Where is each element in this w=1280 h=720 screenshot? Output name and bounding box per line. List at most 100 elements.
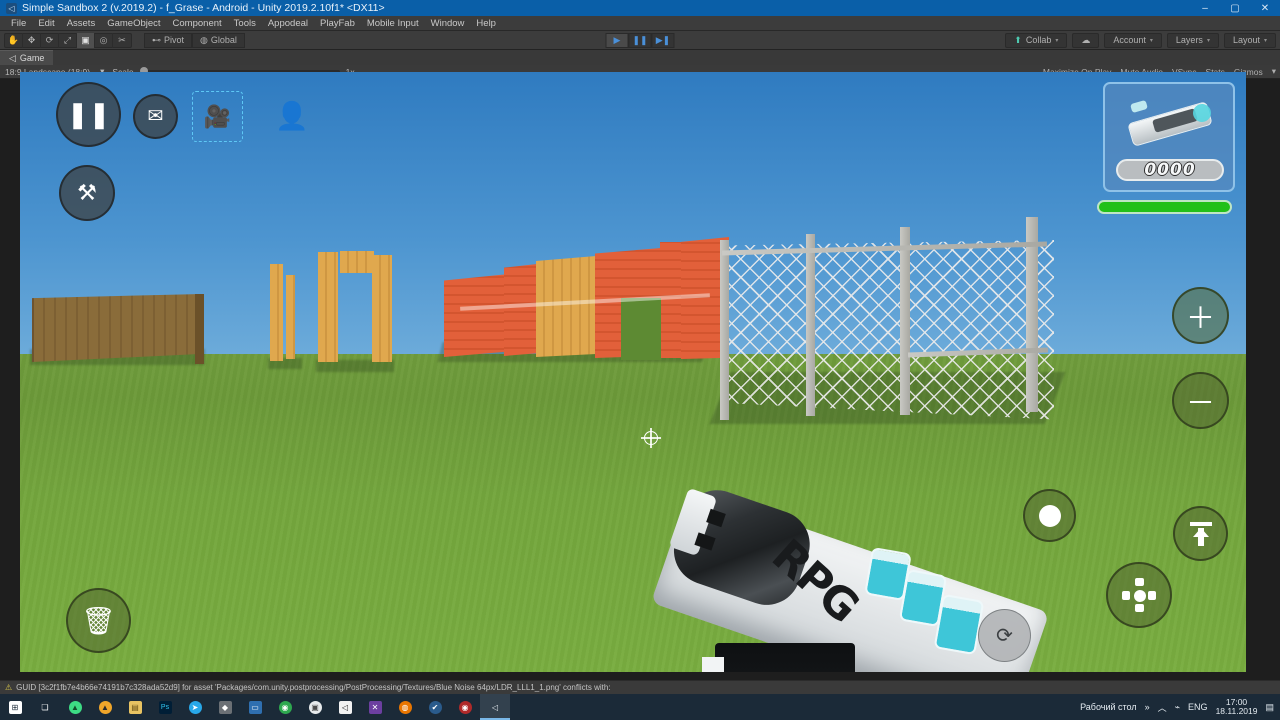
unity-editor-button[interactable]: ◁ (480, 694, 510, 720)
zoom-out-button[interactable]: － (1172, 372, 1229, 429)
task-view-icon: ❏ (41, 702, 49, 712)
chevron-down-icon: ▾ (1271, 66, 1276, 76)
rotate-object-button[interactable]: ⟳ (978, 609, 1031, 662)
chrome-button[interactable]: ◉ (270, 694, 300, 720)
jump-button[interactable] (1173, 506, 1228, 561)
network-icon[interactable]: ⌁ (1175, 702, 1180, 713)
task-view-button[interactable]: ❏ (30, 694, 60, 720)
app-amber-button[interactable]: ▲ (90, 694, 120, 720)
chevron-up-icon[interactable]: ︿ (1158, 701, 1167, 714)
vscode-button[interactable]: ✕ (360, 694, 390, 720)
unity-button[interactable]: ◁ (330, 694, 360, 720)
triangle-warning-icon: ▲ (98, 700, 112, 714)
recorder-button[interactable]: ◉ (450, 694, 480, 720)
health-bar (1097, 200, 1232, 214)
arrow-up-bar-icon (1189, 521, 1212, 546)
plank-tan-lintel (340, 251, 374, 273)
menu-item-component[interactable]: Component (167, 16, 228, 31)
minimize-button[interactable]: – (1190, 0, 1220, 16)
globe-icon: ◍ (200, 34, 208, 45)
menu-item-help[interactable]: Help (470, 16, 502, 31)
menu-item-file[interactable]: File (5, 16, 32, 31)
pivot-icon: ⊷ (152, 34, 161, 45)
close-button[interactable]: ✕ (1250, 0, 1280, 16)
camera-button[interactable]: 🎥 (197, 96, 238, 137)
pause-button[interactable]: ❚❚ (628, 32, 652, 48)
tab-game[interactable]: ◁ Game (0, 50, 54, 65)
fire-button[interactable] (1023, 489, 1076, 542)
desktop-label[interactable]: Рабочий стол (1080, 702, 1137, 712)
envelope-icon: ✉ (147, 106, 164, 127)
language-indicator[interactable]: ENG (1188, 702, 1208, 712)
collab-button[interactable]: ⬆ Collab ▾ (1005, 32, 1068, 48)
blender-button[interactable]: ◍ (390, 694, 420, 720)
wall-doorway-gap (621, 298, 661, 360)
tools-icon: ⚒ (77, 180, 97, 205)
scale-tool-icon[interactable]: ⤢ (59, 32, 77, 48)
chrome-icon: ◉ (278, 700, 292, 714)
menu-bar: File Edit Assets GameObject Component To… (0, 16, 1280, 31)
menu-item-assets[interactable]: Assets (61, 16, 102, 31)
game-render-surface[interactable]: RPG ❚❚ ✉ 🎥 👤 ⚒ 🗑 0000 ＋ － ⟳ (20, 72, 1246, 672)
status-message: GUID [3c2f1fb7e4b66e74191b7c328ada52d9] … (16, 683, 611, 692)
pivot-toggle[interactable]: ⊷ Pivot (144, 32, 193, 48)
weapon-slot[interactable]: 0000 (1103, 82, 1235, 192)
windows-icon: ⊞ (8, 700, 22, 714)
zoom-in-button[interactable]: ＋ (1172, 287, 1229, 344)
pause-button-hud[interactable]: ❚❚ (56, 82, 121, 147)
android-studio-button[interactable]: ▲ (60, 694, 90, 720)
tools-button[interactable]: ⚒ (59, 165, 115, 221)
layers-button[interactable]: Layers ▾ (1166, 32, 1219, 48)
clock-date: 18.11.2019 (1215, 706, 1258, 716)
menu-item-edit[interactable]: Edit (32, 16, 60, 31)
file-explorer-button[interactable]: ▤ (120, 694, 150, 720)
white-app-button[interactable]: ▣ (300, 694, 330, 720)
dpad-icon (1122, 578, 1156, 612)
rotate-tool-icon[interactable]: ⟳ (41, 32, 59, 48)
windows-taskbar: ⊞ ❏ ▲ ▲ ▤ Ps ➤ ◆ ▭ ◉ ▣ ◁ ✕ ◍ ✔ ◉ ◁ Рабоч… (0, 694, 1280, 720)
pivot-label: Pivot (164, 35, 185, 45)
window-title-bar: ◁ Simple Sandbox 2 (v.2019.2) - f_Grase … (0, 0, 1280, 16)
move-tool-icon[interactable]: ✥ (23, 32, 41, 48)
status-bar[interactable]: ⚠ GUID [3c2f1fb7e4b66e74191b7c328ada52d9… (0, 680, 1280, 694)
tab-game-label: Game (19, 53, 45, 63)
clock[interactable]: 17:00 18.11.2019 (1216, 698, 1258, 716)
menu-item-window[interactable]: Window (425, 16, 471, 31)
vscode-icon: ✕ (368, 700, 382, 714)
cloud-button[interactable]: ☁ (1072, 32, 1100, 48)
menu-item-gameobject[interactable]: GameObject (101, 16, 166, 31)
menu-item-tools[interactable]: Tools (228, 16, 262, 31)
custom-tool-icon[interactable]: ✂ (113, 33, 131, 48)
fence-post-1 (720, 240, 729, 420)
maximize-button[interactable]: ▢ (1220, 0, 1250, 16)
dpad-button[interactable] (1106, 562, 1172, 628)
overflow-button[interactable]: » (1145, 702, 1150, 712)
play-button[interactable]: ▶ (605, 32, 629, 48)
global-toggle[interactable]: ◍ Global (192, 32, 245, 48)
account-button[interactable]: Account ▾ (1104, 32, 1162, 48)
app-grey-button[interactable]: ◆ (210, 694, 240, 720)
step-button[interactable]: ▶❚ (651, 32, 675, 48)
delete-button[interactable]: 🗑 (66, 588, 131, 653)
plank-tan-4 (372, 255, 392, 362)
notification-icon[interactable]: ▤ (1265, 702, 1274, 713)
plank-tan-1 (270, 264, 283, 361)
steam-button[interactable]: ✔ (420, 694, 450, 720)
menu-item-playfab[interactable]: PlayFab (314, 16, 361, 31)
layout-button[interactable]: Layout ▾ (1223, 32, 1276, 48)
hand-tool-icon[interactable]: ✋ (5, 32, 23, 48)
transform-tool-icon[interactable]: ◎ (95, 32, 113, 48)
collab-label: Collab (1025, 35, 1052, 45)
photoshop-button[interactable]: Ps (150, 694, 180, 720)
telegram-button[interactable]: ➤ (180, 694, 210, 720)
menu-item-mobile-input[interactable]: Mobile Input (361, 16, 425, 31)
rect-tool-icon[interactable]: ▣ (77, 32, 95, 48)
mail-button[interactable]: ✉ (133, 94, 178, 139)
menu-item-appodeal[interactable]: Appodeal (262, 16, 314, 31)
wall-panel-red-1 (444, 274, 504, 357)
spawn-button[interactable]: 👤 (268, 92, 316, 140)
fence-brown-left (32, 294, 202, 362)
start-button[interactable]: ⊞ (0, 694, 30, 720)
global-label: Global (210, 35, 237, 45)
laptop-app-button[interactable]: ▭ (240, 694, 270, 720)
